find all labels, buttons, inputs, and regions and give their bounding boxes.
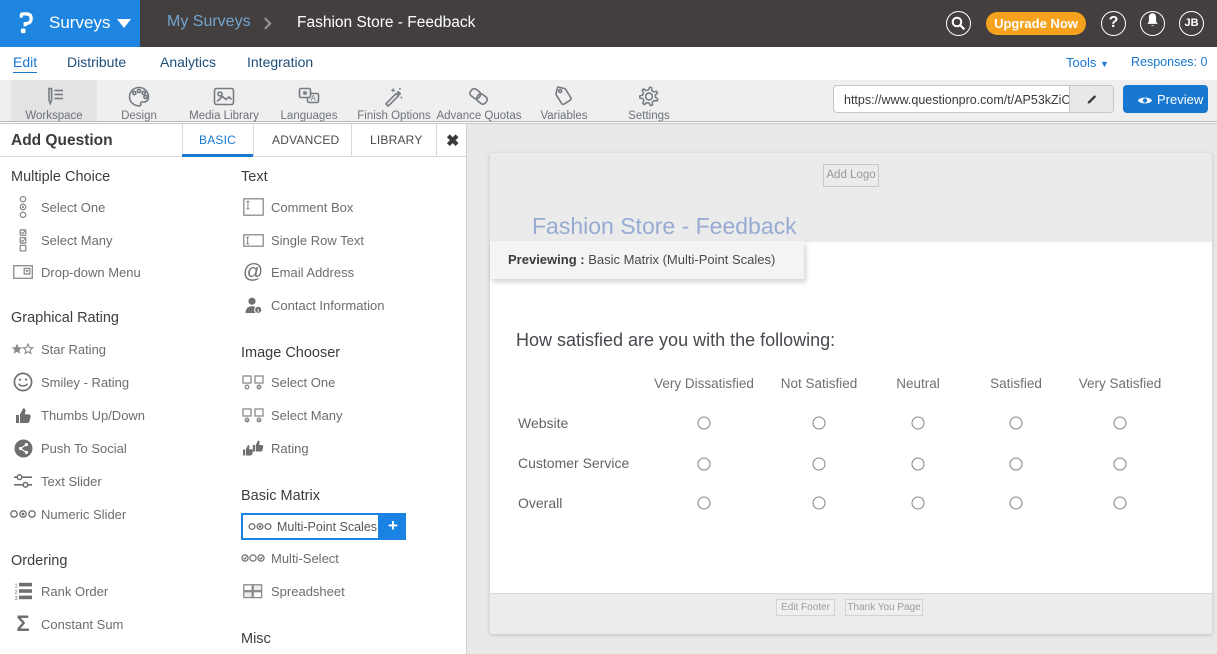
svg-text:1: 1 xyxy=(15,584,18,590)
svg-text:A: A xyxy=(311,94,317,103)
svg-text:3: 3 xyxy=(15,596,18,600)
